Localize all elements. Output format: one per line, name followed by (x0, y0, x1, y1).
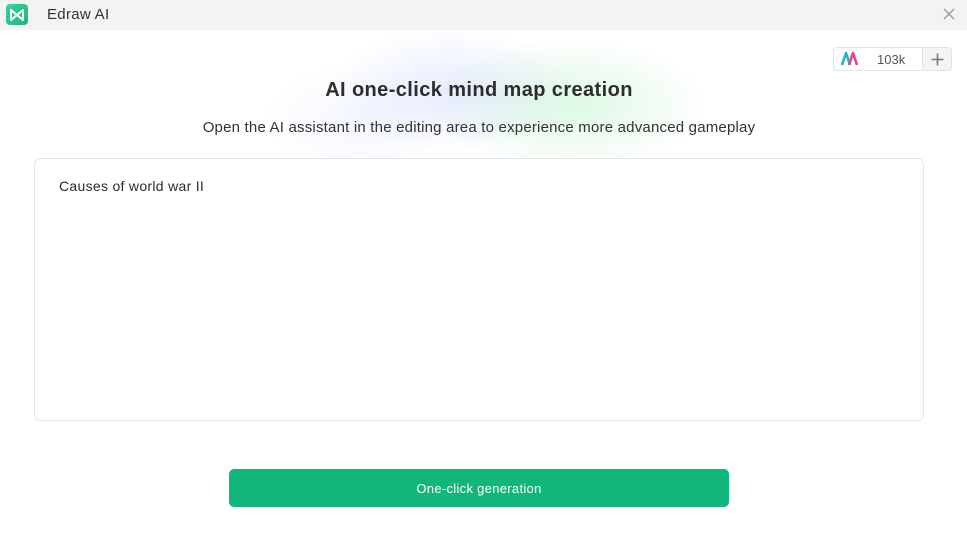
add-credits-button[interactable] (922, 48, 951, 70)
edraw-logo-icon (6, 4, 28, 25)
credits-count: 103k (877, 52, 906, 67)
prompt-input-value: Causes of world war II (59, 178, 205, 194)
close-icon (943, 8, 955, 20)
title-bar: Edraw AI (0, 0, 967, 30)
prompt-input[interactable]: Causes of world war II (34, 158, 924, 421)
page-subtitle: Open the AI assistant in the editing are… (202, 119, 756, 136)
plus-icon (931, 53, 943, 65)
close-button[interactable] (940, 5, 958, 23)
edraw-ai-dialog: Edraw AI 103k AI one-click mind map crea… (0, 0, 967, 535)
page-title: AI one-click mind map creation (325, 79, 633, 101)
window-title: Edraw AI (47, 6, 110, 23)
ai-credits-widget: 103k (833, 47, 952, 71)
one-click-generation-button[interactable]: One-click generation (229, 469, 729, 507)
ai-credits-icon (840, 51, 859, 66)
